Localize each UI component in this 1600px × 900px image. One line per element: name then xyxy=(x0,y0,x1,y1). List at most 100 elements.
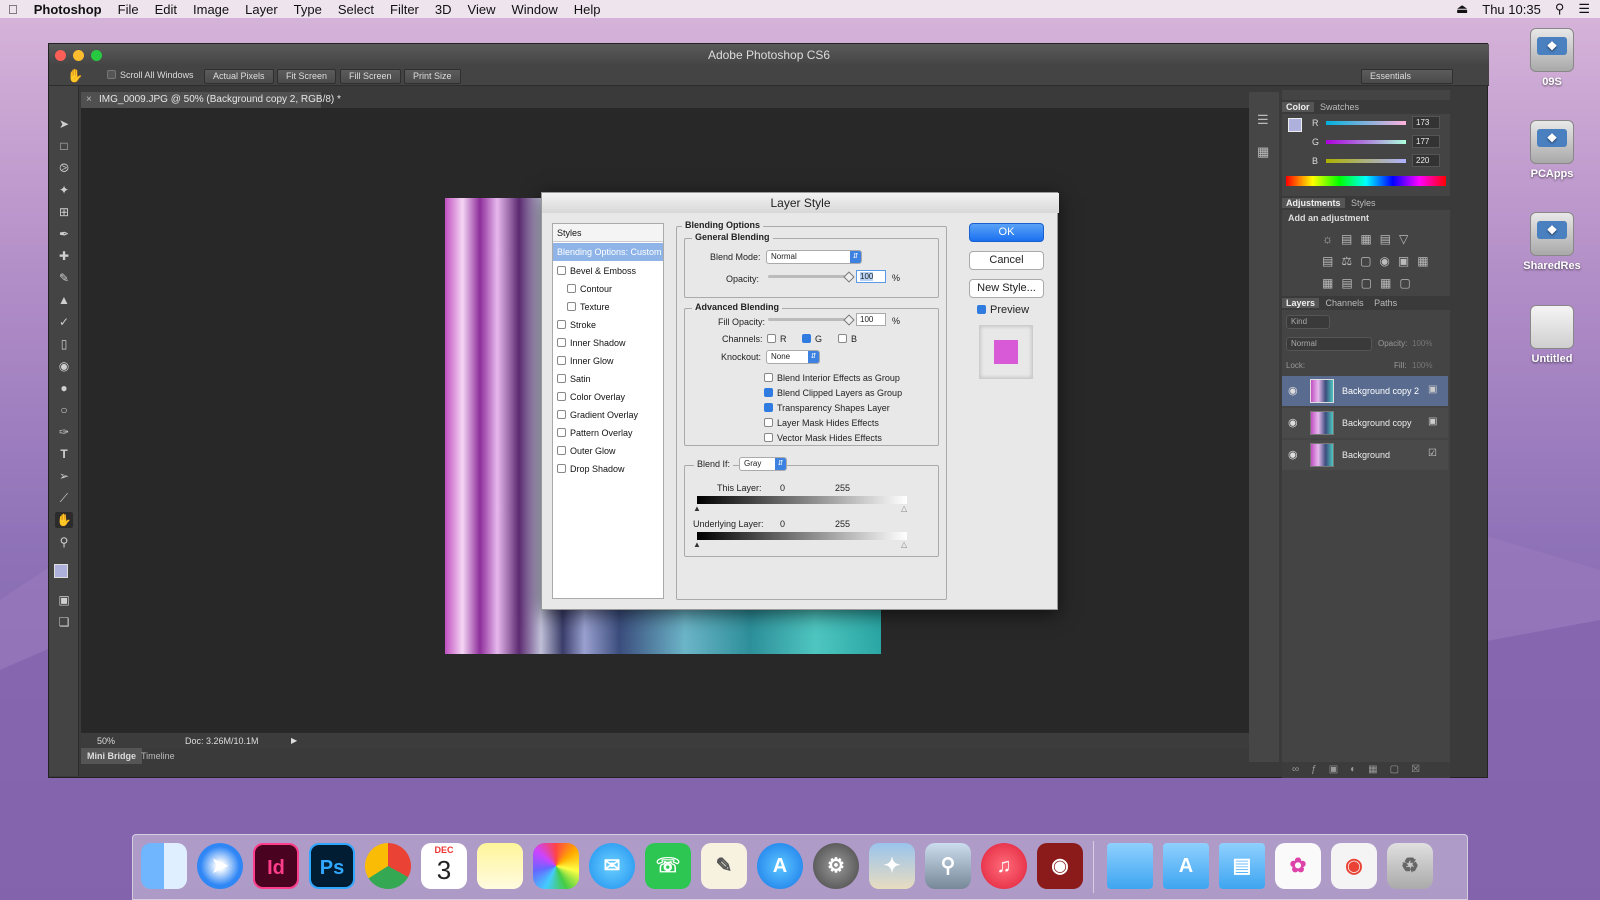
channel-g-checkbox[interactable]: G xyxy=(802,334,822,344)
visibility-eye-icon[interactable]: ◉ xyxy=(1288,384,1298,397)
tab-adjustments[interactable]: Adjustments xyxy=(1282,198,1345,208)
tab-layers[interactable]: Layers xyxy=(1282,298,1320,308)
style-inner-shadow[interactable]: Inner Shadow xyxy=(553,334,663,352)
line-tool-icon[interactable]: ⟋ xyxy=(55,490,73,506)
this-layer-gradient[interactable] xyxy=(697,496,907,504)
pen-tool-icon[interactable]: ✑ xyxy=(55,424,73,440)
zoom-level[interactable]: 50% xyxy=(97,733,115,749)
spotlight-icon[interactable]: ⚲ xyxy=(1555,1,1565,17)
underlying-layer-gradient[interactable] xyxy=(697,532,907,540)
menu-edit[interactable]: Edit xyxy=(147,2,185,17)
quick-select-tool-icon[interactable]: ✦ xyxy=(55,182,73,198)
style-stroke[interactable]: Stroke xyxy=(553,316,663,334)
style-drop-shadow[interactable]: Drop Shadow xyxy=(553,460,663,478)
music-icon[interactable]: ♫ xyxy=(981,843,1027,889)
tab-channels[interactable]: Channels xyxy=(1322,298,1368,308)
desktop-drive-untitled[interactable]: Untitled xyxy=(1522,305,1582,365)
adjustment-icons[interactable]: ☼▤▦▤▽ ▤⚖▢◉▣▦ ▦▤▢▦▢ xyxy=(1322,228,1429,294)
brush-tool-icon[interactable]: ✎ xyxy=(55,270,73,286)
style-outer-glow[interactable]: Outer Glow xyxy=(553,442,663,460)
ok-button[interactable]: OK xyxy=(969,223,1044,242)
screen-mode-icon[interactable]: ❏ xyxy=(55,614,73,630)
tab-color[interactable]: Color xyxy=(1282,102,1314,112)
menu-window[interactable]: Window xyxy=(503,2,565,17)
marquee-tool-icon[interactable]: □ xyxy=(55,138,73,154)
photos-icon[interactable] xyxy=(533,843,579,889)
eyedropper-tool-icon[interactable]: ✒ xyxy=(55,226,73,242)
color-b-slider[interactable] xyxy=(1326,159,1406,163)
desktop-drive-pcapps[interactable]: ❖ PCApps xyxy=(1522,120,1582,180)
hand-tool-icon[interactable]: ✋ xyxy=(55,512,73,528)
print-size-button[interactable]: Print Size xyxy=(404,69,461,84)
preview-app-icon[interactable]: ⚲ xyxy=(925,843,971,889)
menu-type[interactable]: Type xyxy=(286,2,330,17)
layer-row-background-copy-2[interactable]: ◉ Background copy 2 ▣ xyxy=(1282,376,1448,406)
zoom-window-icon[interactable] xyxy=(91,50,102,61)
trash-icon[interactable]: ♻ xyxy=(1387,843,1433,889)
menu-app-name[interactable]: Photoshop xyxy=(26,2,110,17)
clone-stamp-tool-icon[interactable]: ▲ xyxy=(55,292,73,308)
color-spectrum-bar[interactable] xyxy=(1286,176,1446,186)
tab-paths[interactable]: Paths xyxy=(1370,298,1401,308)
layer-opacity-value[interactable]: 100% xyxy=(1412,339,1432,348)
style-gradient-overlay[interactable]: Gradient Overlay xyxy=(553,406,663,424)
app-store-icon[interactable]: A xyxy=(757,843,803,889)
tab-mini-bridge[interactable]: Mini Bridge xyxy=(81,748,142,764)
move-tool-icon[interactable]: ➤ xyxy=(55,116,73,132)
menu-view[interactable]: View xyxy=(460,2,504,17)
menu-select[interactable]: Select xyxy=(330,2,382,17)
menu-filter[interactable]: Filter xyxy=(382,2,427,17)
documents-folder-icon[interactable]: ▤ xyxy=(1219,843,1265,889)
system-preferences-icon[interactable]: ⚙ xyxy=(813,843,859,889)
menu-image[interactable]: Image xyxy=(185,2,237,17)
menu-layer[interactable]: Layer xyxy=(237,2,286,17)
layer-row-background[interactable]: ◉ Background ☑ xyxy=(1282,440,1448,470)
menu-help[interactable]: Help xyxy=(566,2,609,17)
photo-booth-icon[interactable]: ◉ xyxy=(1037,843,1083,889)
knockout-select[interactable]: None ⇵ xyxy=(766,350,820,364)
style-color-overlay[interactable]: Color Overlay xyxy=(553,388,663,406)
transparency-shapes-checkbox[interactable]: Transparency Shapes Layer xyxy=(764,403,890,413)
blend-clipped-checkbox[interactable]: Blend Clipped Layers as Group xyxy=(764,388,902,398)
style-pattern-overlay[interactable]: Pattern Overlay xyxy=(553,424,663,442)
color-fg-swatch[interactable] xyxy=(1288,118,1302,132)
style-texture[interactable]: Texture xyxy=(553,298,663,316)
history-brush-tool-icon[interactable]: ✓ xyxy=(55,314,73,330)
channel-b-checkbox[interactable]: B xyxy=(838,334,857,344)
apple-icon[interactable]:  xyxy=(0,2,26,17)
applications-folder-icon[interactable]: A xyxy=(1163,843,1209,889)
layer-fill-value[interactable]: 100% xyxy=(1412,361,1432,370)
scroll-all-windows-checkbox[interactable]: Scroll All Windows xyxy=(107,70,194,80)
underlying-layer-black-handle[interactable]: ▲ xyxy=(693,540,701,549)
photoshop-icon[interactable]: Ps xyxy=(309,843,355,889)
type-tool-icon[interactable]: T xyxy=(55,446,73,462)
tab-swatches[interactable]: Swatches xyxy=(1316,102,1363,112)
status-menu-arrow-icon[interactable]: ▶ xyxy=(291,733,297,749)
this-layer-white-handle[interactable]: △ xyxy=(901,504,907,513)
opacity-field[interactable]: 100 xyxy=(856,270,886,283)
style-blending-options[interactable]: Blending Options: Custom xyxy=(553,243,663,261)
layer-row-background-copy[interactable]: ◉ Background copy ▣ xyxy=(1282,408,1448,438)
crop-tool-icon[interactable]: ⊞ xyxy=(55,204,73,220)
tab-styles[interactable]: Styles xyxy=(1347,198,1380,208)
close-window-icon[interactable] xyxy=(55,50,66,61)
chrome-icon[interactable] xyxy=(365,843,411,889)
quick-mask-icon[interactable]: ▣ xyxy=(55,592,73,608)
channel-r-checkbox[interactable]: R xyxy=(767,334,787,344)
blend-interior-checkbox[interactable]: Blend Interior Effects as Group xyxy=(764,373,900,383)
lasso-tool-icon[interactable]: ⧁ xyxy=(55,160,73,176)
style-contour[interactable]: Contour xyxy=(553,280,663,298)
safari-icon[interactable]: ➤ xyxy=(197,843,243,889)
layers-footer-icons[interactable]: ∞ƒ▣◐▦▢☒ xyxy=(1282,762,1450,778)
mail-bird-icon[interactable]: ✦ xyxy=(869,843,915,889)
menu-3d[interactable]: 3D xyxy=(427,2,460,17)
chrome-document-icon[interactable]: ◉ xyxy=(1331,843,1377,889)
messages-icon[interactable]: ✉ xyxy=(589,843,635,889)
blend-if-select[interactable]: Gray ⇵ xyxy=(739,457,787,471)
fit-screen-button[interactable]: Fit Screen xyxy=(277,69,337,84)
color-r-slider[interactable] xyxy=(1326,121,1406,125)
blur-tool-icon[interactable]: ● xyxy=(55,380,73,396)
facetime-icon[interactable]: ☏ xyxy=(645,843,691,889)
close-doc-icon[interactable]: × xyxy=(86,92,92,108)
desktop-drive-sharedres[interactable]: ❖ SharedRes xyxy=(1522,212,1582,272)
